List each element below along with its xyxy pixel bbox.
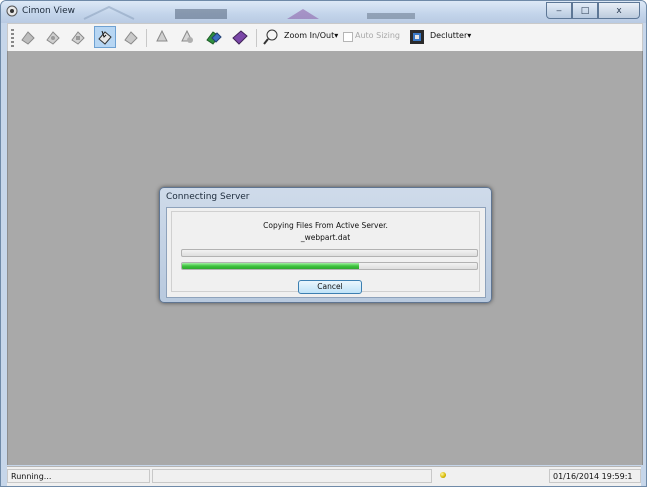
overall-progress-bar <box>181 249 478 257</box>
declutter-text: Declutter <box>430 31 468 40</box>
tool-button-5[interactable] <box>121 27 141 47</box>
select-tool-icon <box>98 30 112 45</box>
tool-button-7[interactable] <box>177 27 197 47</box>
file-progress-bar <box>181 262 478 270</box>
dialog-filename: _webpart.dat <box>300 233 351 242</box>
chevron-down-icon: ▾ <box>467 31 472 40</box>
minimize-button[interactable]: ‒ <box>546 2 572 19</box>
dialog-group-box: Copying Files From Active Server. _webpa… <box>171 211 480 294</box>
status-text: Running... <box>7 469 150 483</box>
auto-sizing-checkbox[interactable] <box>343 32 353 42</box>
cancel-button[interactable]: Cancel <box>298 280 362 294</box>
declutter-button[interactable] <box>407 27 427 47</box>
stamp-icon <box>71 31 85 45</box>
tool-button-layers[interactable] <box>204 27 224 47</box>
zoom-in-out-text: Zoom In/Out <box>284 31 335 40</box>
app-window: Cimon View ‒ □ x Zoom In/Out▾ Auto Sizin… <box>0 0 647 487</box>
stamp-icon <box>124 31 138 45</box>
toolbar-separator <box>256 29 257 47</box>
app-icon <box>6 5 18 17</box>
tool-button-diamond[interactable] <box>230 27 250 47</box>
toolbar-grip[interactable] <box>11 29 14 47</box>
stamp-icon <box>181 29 193 43</box>
stamp-icon <box>21 31 35 45</box>
tool-button-1[interactable] <box>18 27 38 47</box>
connecting-server-dialog: Connecting Server Copying Files From Act… <box>159 187 492 303</box>
close-button[interactable]: x <box>598 2 640 19</box>
dialog-body: Copying Files From Active Server. _webpa… <box>166 207 486 298</box>
maximize-button[interactable]: □ <box>572 2 598 19</box>
dialog-message: Copying Files From Active Server. <box>263 221 388 230</box>
tool-button-6[interactable] <box>152 27 172 47</box>
toolbar-separator <box>146 29 147 47</box>
chevron-down-icon: ▾ <box>334 31 339 40</box>
stamp-icon <box>46 31 60 45</box>
caption-buttons: ‒ □ x <box>546 2 640 19</box>
file-progress-fill <box>182 263 359 269</box>
tool-button-2[interactable] <box>43 27 63 47</box>
status-datetime: 01/16/2014 19:59:1 <box>549 469 641 483</box>
dialog-title: Connecting Server <box>166 192 250 202</box>
zoom-icon <box>263 29 278 45</box>
stamp-icon <box>156 29 168 42</box>
declutter-label[interactable]: Declutter▾ <box>430 31 471 40</box>
window-title: Cimon View <box>22 6 75 16</box>
status-pane-empty <box>152 469 432 483</box>
diamond-icon <box>232 30 248 45</box>
layers-icon <box>206 31 222 45</box>
declutter-icon <box>410 30 424 44</box>
background-decoration-icon <box>175 9 227 19</box>
auto-sizing-label: Auto Sizing <box>355 31 400 40</box>
zoom-button[interactable] <box>261 27 281 47</box>
background-decoration-icon <box>287 9 319 19</box>
tool-button-select[interactable] <box>94 26 116 48</box>
tool-button-3[interactable] <box>68 27 88 47</box>
background-decoration-icon <box>367 13 415 19</box>
toolbar: Zoom In/Out▾ Auto Sizing Declutter▾ <box>7 23 643 52</box>
status-bar: Running... 01/16/2014 19:59:1 <box>7 466 641 486</box>
connection-status-icon <box>440 472 446 478</box>
zoom-in-out-label[interactable]: Zoom In/Out▾ <box>284 31 338 40</box>
title-bar[interactable]: Cimon View ‒ □ x <box>1 1 646 23</box>
background-decoration-icon <box>83 5 135 20</box>
